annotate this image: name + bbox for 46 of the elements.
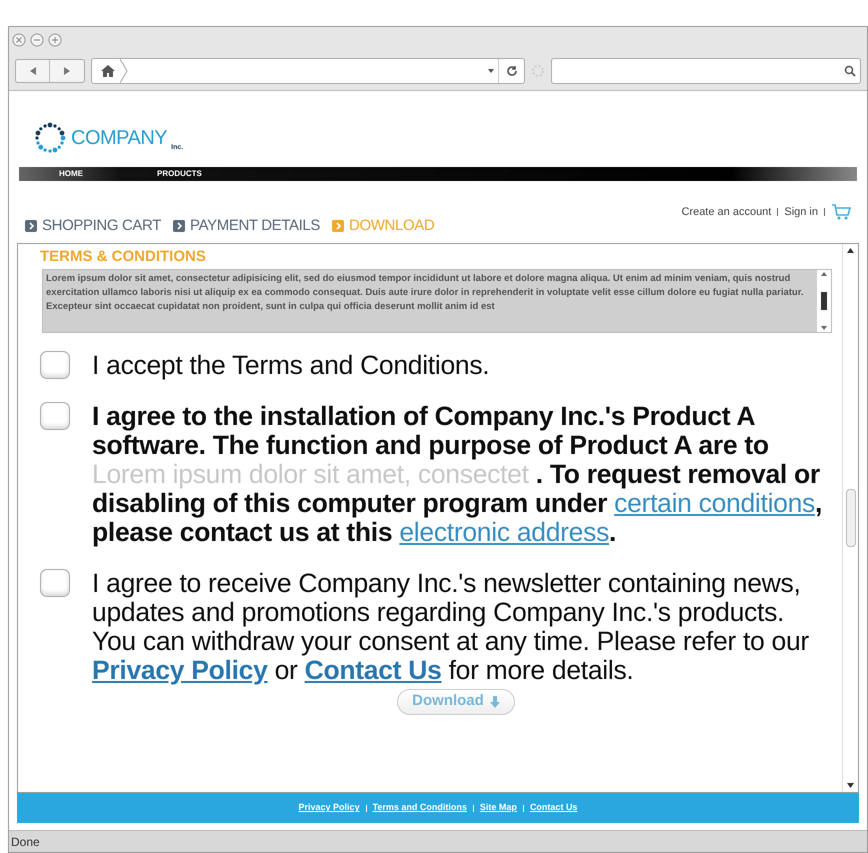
home-icon[interactable] bbox=[100, 64, 116, 78]
footer-link[interactable]: Contact Us bbox=[530, 801, 578, 815]
scroll-thumb[interactable] bbox=[821, 292, 827, 310]
scroll-down-icon[interactable] bbox=[847, 783, 854, 788]
nav-link[interactable]: HOME bbox=[59, 168, 83, 180]
footer-link[interactable]: Site Map bbox=[480, 801, 517, 815]
close-icon[interactable] bbox=[12, 33, 26, 47]
checkout-step[interactable]: SHOPPING CART bbox=[42, 215, 162, 238]
logo-icon bbox=[33, 121, 67, 155]
text-link[interactable]: certain conditions bbox=[614, 488, 815, 518]
text-link[interactable]: Contact Us bbox=[304, 654, 442, 684]
chevron-icon bbox=[120, 58, 128, 82]
dropdown-icon[interactable] bbox=[488, 68, 494, 72]
back-icon bbox=[30, 66, 36, 74]
scroll-up-icon[interactable] bbox=[821, 272, 827, 276]
account-link[interactable]: Create an account bbox=[681, 204, 772, 220]
minimize-icon[interactable] bbox=[30, 33, 44, 47]
forward-icon bbox=[64, 66, 70, 74]
checkbox[interactable] bbox=[40, 402, 70, 430]
footer-link[interactable]: Privacy Policy bbox=[298, 801, 360, 815]
checkbox[interactable] bbox=[40, 350, 70, 378]
text-link[interactable]: electronic address bbox=[399, 516, 610, 546]
checkbox[interactable] bbox=[40, 568, 70, 596]
nav-link[interactable]: PRODUCTS bbox=[157, 168, 202, 180]
reload-icon[interactable] bbox=[506, 64, 518, 76]
scrollbar[interactable] bbox=[817, 270, 831, 332]
status-text: Done bbox=[11, 834, 40, 850]
consent-text: I accept the Terms and Conditions. bbox=[92, 350, 490, 380]
scroll-down-icon[interactable] bbox=[821, 326, 827, 330]
terms-title: TERMS & CONDITIONS bbox=[40, 247, 207, 267]
account-link[interactable]: Sign in bbox=[784, 204, 818, 220]
download-icon bbox=[490, 696, 500, 708]
zoom-icon[interactable] bbox=[48, 33, 62, 47]
company-logo: COMPANY bbox=[71, 126, 168, 151]
checkout-step[interactable]: PAYMENT DETAILS bbox=[190, 215, 320, 238]
cart-icon[interactable] bbox=[831, 203, 851, 221]
text-link[interactable]: Privacy Policy bbox=[92, 654, 268, 684]
loading-icon bbox=[531, 64, 545, 78]
scroll-up-icon[interactable] bbox=[847, 248, 854, 253]
footer-link[interactable]: Terms and Conditions bbox=[372, 801, 467, 815]
scrollbar[interactable] bbox=[842, 244, 858, 792]
terms-text: Lorem ipsum dolor sit amet, consectetur adipisicing elit, sed do eiusmod tempor incididunt ut labore et dolore magna aliqua. Ut enim ad minim veniam, quis nostrud exercitation ullamco laboris nisi ut aliquip ex ea commodo consequat. Duis aute irure dolor in reprehenderit in voluptate velit esse cillum dolore eu fugiat nulla pariatur. Excepteur sint occaecat cupidatat non proident, sunt in culpa qui officia deserunt mollit anim id est bbox=[45, 272, 805, 314]
scroll-thumb[interactable] bbox=[846, 489, 856, 547]
search-icon bbox=[844, 64, 856, 76]
consent-text: I agree to receive Company Inc.'s newsletter containing news, updates and promotions regarding Company Inc.'s products. You can withdraw your consent at any time. Please refer to our Privacy Policy or Contact Us for more details. bbox=[92, 568, 810, 684]
search-field[interactable] bbox=[551, 58, 861, 84]
